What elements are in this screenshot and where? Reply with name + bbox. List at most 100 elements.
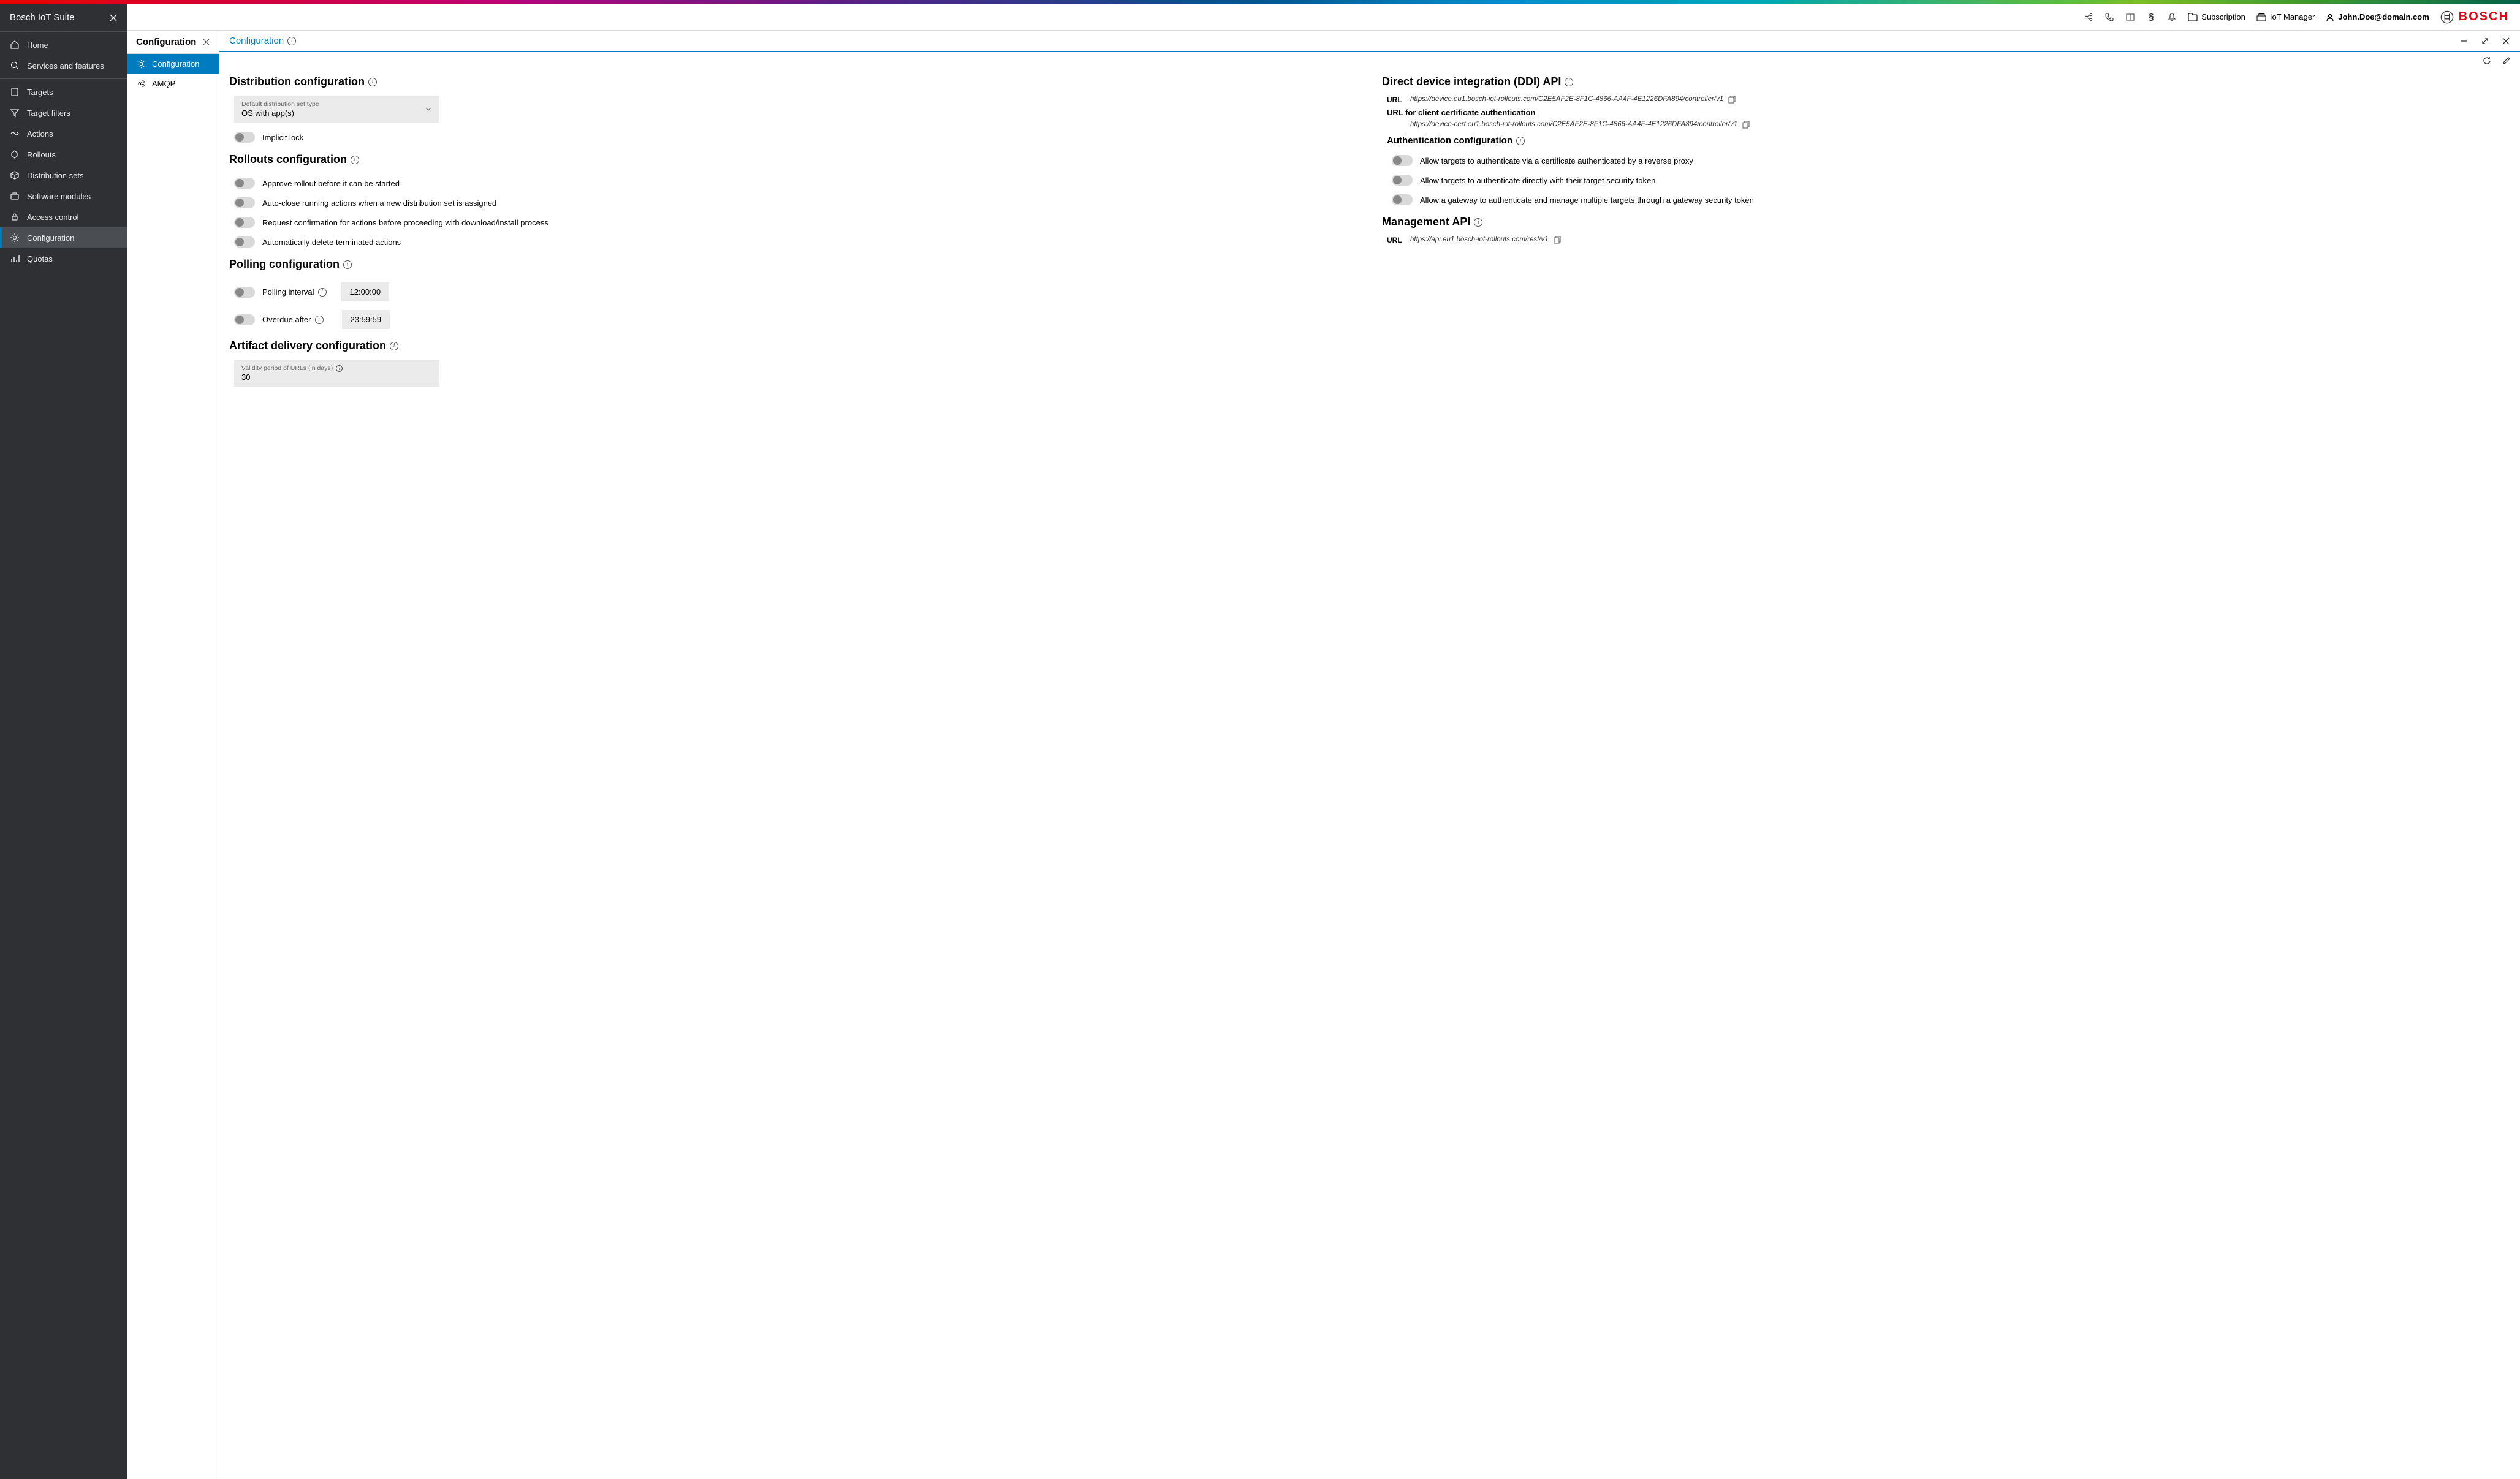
nav-quotas[interactable]: Quotas: [0, 248, 127, 269]
implicit-lock-toggle[interactable]: [234, 132, 255, 143]
gear-icon: [136, 59, 146, 69]
info-icon[interactable]: i: [1474, 218, 1482, 227]
nav-home[interactable]: Home: [0, 34, 127, 55]
iot-manager-label: IoT Manager: [2270, 12, 2315, 21]
targets-icon: [10, 87, 20, 97]
nav-label: Home: [27, 40, 48, 50]
url-label: URL: [1387, 96, 1405, 104]
subscription-link[interactable]: Subscription: [2188, 12, 2245, 21]
info-icon[interactable]: i: [343, 260, 352, 269]
copy-button[interactable]: [1554, 236, 1562, 244]
access-icon: [10, 212, 20, 222]
info-icon[interactable]: i: [1516, 137, 1525, 145]
info-icon[interactable]: i: [336, 365, 343, 372]
paragraph-icon[interactable]: §: [2146, 12, 2156, 22]
book-icon[interactable]: [2125, 12, 2135, 22]
info-icon[interactable]: i: [351, 156, 359, 164]
toggle-label: Allow targets to authenticate directly w…: [1420, 176, 1655, 185]
auth-gateway-toggle[interactable]: [1392, 194, 1413, 205]
mgmt-heading: Management API: [1382, 216, 1470, 229]
nav-label: Targets: [27, 88, 53, 97]
share-icon[interactable]: [2084, 12, 2093, 22]
nav-targets[interactable]: Targets: [0, 81, 127, 102]
subnav-label: AMQP: [152, 79, 175, 88]
close-button[interactable]: [2502, 37, 2510, 45]
chevron-down-icon: [425, 105, 432, 113]
nav-label: Services and features: [27, 61, 104, 70]
auth-reverse-proxy-toggle[interactable]: [1392, 155, 1413, 166]
nav-software-modules[interactable]: Software modules: [0, 186, 127, 206]
edit-button[interactable]: [2502, 56, 2511, 66]
sidebar: Bosch IoT Suite Home Services and featur…: [0, 4, 127, 1479]
nav-rollouts[interactable]: Rollouts: [0, 144, 127, 165]
toggle-label: Allow targets to authenticate via a cert…: [1420, 156, 1693, 165]
nav-label: Target filters: [27, 108, 70, 118]
overdue-input[interactable]: 23:59:59: [342, 310, 390, 329]
info-icon[interactable]: i: [318, 288, 327, 297]
nav-label: Distribution sets: [27, 171, 83, 180]
nav-services[interactable]: Services and features: [0, 55, 127, 76]
nav-configuration[interactable]: Configuration: [0, 227, 127, 248]
nav-label: Rollouts: [27, 150, 56, 159]
polling-heading: Polling configuration: [229, 258, 340, 271]
nav-access-control[interactable]: Access control: [0, 206, 127, 227]
copy-button[interactable]: [1742, 121, 1751, 129]
sidebar-collapse-button[interactable]: [109, 13, 118, 22]
info-icon[interactable]: i: [287, 37, 296, 45]
gear-icon: [10, 233, 20, 243]
info-icon[interactable]: i: [368, 78, 377, 86]
field-value: OS with app(s): [241, 108, 432, 118]
nav-label: Software modules: [27, 192, 91, 201]
subpanel-close-button[interactable]: [202, 38, 210, 46]
polling-interval-toggle[interactable]: [234, 287, 255, 298]
auth-heading: Authentication configuration: [1387, 135, 1512, 146]
subnav-amqp[interactable]: AMQP: [127, 74, 219, 93]
overdue-toggle[interactable]: [234, 314, 255, 325]
bosch-emblem-icon: [2440, 10, 2454, 24]
filter-icon: [10, 108, 20, 118]
subpanel: Configuration Configuration AMQP: [127, 31, 219, 1479]
ddi-heading: Direct device integration (DDI) API: [1382, 75, 1561, 88]
nav-label: Actions: [27, 129, 53, 138]
subpanel-title: Configuration: [136, 37, 196, 47]
nav-label: Quotas: [27, 254, 53, 263]
bell-icon[interactable]: [2167, 12, 2177, 22]
toggle-label: Approve rollout before it can be started: [262, 179, 400, 188]
nav-distribution-sets[interactable]: Distribution sets: [0, 165, 127, 186]
polling-interval-input[interactable]: 12:00:00: [341, 282, 390, 301]
autodelete-toggle[interactable]: [234, 236, 255, 248]
refresh-button[interactable]: [2482, 56, 2492, 66]
info-icon[interactable]: i: [315, 316, 324, 324]
toggle-label: Auto-close running actions when a new di…: [262, 199, 496, 208]
maximize-button[interactable]: [2481, 37, 2489, 45]
auth-security-token-toggle[interactable]: [1392, 175, 1413, 186]
copy-button[interactable]: [1728, 96, 1737, 104]
user-menu[interactable]: John.Doe@domain.com: [2326, 12, 2429, 21]
validity-input[interactable]: Validity period of URLs (in days) i 30: [234, 360, 439, 387]
info-icon[interactable]: i: [1565, 78, 1573, 86]
distribution-type-select[interactable]: Default distribution set type OS with ap…: [234, 96, 439, 123]
cert-url-label: URL for client certificate authenticatio…: [1387, 108, 2510, 117]
toggle-label: Overdue after: [262, 315, 311, 324]
autoclose-toggle[interactable]: [234, 197, 255, 208]
subnav-configuration[interactable]: Configuration: [127, 54, 219, 74]
main-panel: Configuration i: [219, 31, 2520, 1479]
url-label: URL: [1387, 236, 1405, 244]
toggle-label: Polling interval: [262, 287, 314, 297]
actions-icon: [10, 129, 20, 138]
nav-target-filters[interactable]: Target filters: [0, 102, 127, 123]
iot-manager-link[interactable]: IoT Manager: [2256, 12, 2315, 21]
artifact-heading: Artifact delivery configuration: [229, 339, 386, 352]
approve-rollout-toggle[interactable]: [234, 178, 255, 189]
phone-icon[interactable]: [2104, 12, 2114, 22]
info-icon[interactable]: i: [390, 342, 398, 350]
user-label: John.Doe@domain.com: [2338, 12, 2429, 21]
nav-actions[interactable]: Actions: [0, 123, 127, 144]
rollouts-icon: [10, 149, 20, 159]
home-icon: [10, 40, 20, 50]
field-value: 30: [241, 373, 432, 382]
quotas-icon: [10, 254, 20, 263]
subscription-label: Subscription: [2201, 12, 2245, 21]
minimize-button[interactable]: [2460, 37, 2469, 45]
confirm-toggle[interactable]: [234, 217, 255, 228]
